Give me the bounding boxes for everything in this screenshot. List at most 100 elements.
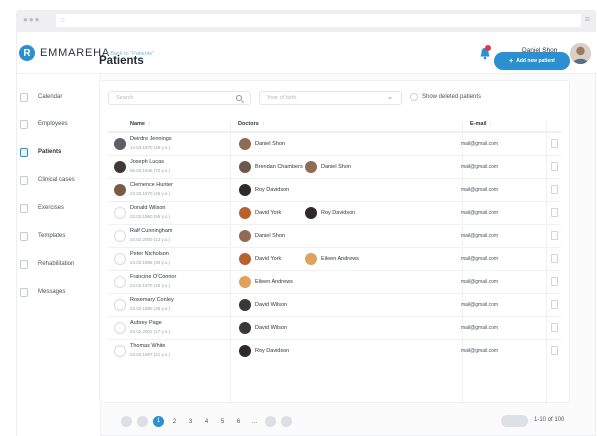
address-bar[interactable]: ○ <box>56 14 581 27</box>
doctor-chip[interactable]: Roy Davidson <box>305 207 355 219</box>
doctor-avatar <box>239 345 251 357</box>
sort-icon[interactable]: ↕ <box>490 121 493 127</box>
doctor-name: Roy Davidson <box>255 348 290 354</box>
doctor-chip[interactable]: Daniel Shon <box>239 138 285 150</box>
patient-name[interactable]: Donald Wilson <box>130 205 165 211</box>
doctor-chip[interactable]: Eileen Andrews <box>305 253 359 265</box>
column-header-email[interactable]: E-mail ↕ <box>470 121 492 127</box>
last-page-button[interactable] <box>281 416 292 427</box>
per-page-select[interactable] <box>501 415 528 427</box>
add-patient-label: Add new patient <box>516 58 555 64</box>
doctor-chip[interactable]: David York <box>239 253 281 265</box>
trash-icon[interactable] <box>551 185 558 194</box>
plus-icon: + <box>509 57 514 65</box>
table-row[interactable]: Thomas White 23.02.1997 (21 y.o.) Roy Davi… <box>108 339 561 362</box>
trash-icon[interactable] <box>551 231 558 240</box>
patient-name[interactable]: Joseph Lucas <box>130 159 164 165</box>
doctor-chip[interactable]: Brendan Chambers <box>239 161 303 173</box>
trash-icon[interactable] <box>551 162 558 171</box>
patient-avatar <box>114 276 126 288</box>
doctor-chip[interactable]: Roy Davidson <box>239 345 289 357</box>
page-number[interactable]: 3 <box>185 419 196 425</box>
year-of-birth-select[interactable]: Year of birth ⌄ <box>259 91 402 105</box>
table-row[interactable]: Clemence Hunter 23.02.1970 (46 y.o.) Roy D… <box>108 178 561 201</box>
table-row[interactable]: Rosemary Conley 23.02.1980 (36 y.o.) David… <box>108 293 561 316</box>
doctor-chip[interactable]: David York <box>239 207 281 219</box>
table-row[interactable]: Deirdre Jennings 14.04.1970 (46 y.o.) Dani… <box>108 132 561 155</box>
doctor-chip[interactable]: David Wilson <box>239 322 287 334</box>
column-header-name[interactable]: Name ↕ <box>130 121 151 127</box>
doctor-chip[interactable]: Eileen Andrews <box>239 276 293 288</box>
sidebar: Calendar Employees Patients Clinical cas… <box>17 74 101 436</box>
show-deleted-toggle[interactable]: Show deleted patients <box>410 93 481 101</box>
browser-menu-icon[interactable]: ≡ <box>585 14 590 24</box>
next-page-button[interactable] <box>265 416 276 427</box>
trash-icon[interactable] <box>551 254 558 263</box>
sort-icon[interactable]: ↕ <box>262 121 265 127</box>
patient-name[interactable]: Deirdre Jennings <box>130 136 172 142</box>
patient-name[interactable]: Ralf Cunningham <box>130 228 173 234</box>
doctor-name: Eileen Andrews <box>321 256 359 262</box>
sort-icon[interactable]: ↕ <box>148 121 151 127</box>
table-row[interactable]: Francine O'Connor 23.02.1970 (45 y.o.) Eil… <box>108 270 561 293</box>
sidebar-item-rehabilitation[interactable]: Rehabilitation <box>17 257 101 271</box>
user-avatar[interactable] <box>570 43 591 64</box>
table-row[interactable]: Aubrey Page 23.02.2001 (17 y.o.) David Wil… <box>108 316 561 339</box>
browser-chrome: ●●● ○ ≡ <box>16 10 596 32</box>
window-controls[interactable]: ●●● <box>23 15 41 24</box>
chevron-down-icon: ⌄ <box>387 94 393 101</box>
patient-avatar <box>114 138 126 150</box>
trash-icon[interactable] <box>551 139 558 148</box>
sidebar-item-patients[interactable]: Patients <box>17 145 101 159</box>
page-number[interactable]: 4 <box>201 419 212 425</box>
first-page-button[interactable] <box>121 416 132 427</box>
patient-name[interactable]: Rosemary Conley <box>130 297 174 303</box>
trash-icon[interactable] <box>551 323 558 332</box>
sidebar-item-employees[interactable]: Employees <box>17 117 101 131</box>
show-deleted-label: Show deleted patients <box>422 94 482 100</box>
patient-name[interactable]: Clemence Hunter <box>130 182 173 188</box>
table-row[interactable]: Donald Wilson 23.02.1960 (55 y.o.) David Y… <box>108 201 561 224</box>
patient-avatar <box>114 230 126 242</box>
patient-email: mail@gmail.com <box>461 302 499 308</box>
patient-avatar <box>114 184 126 196</box>
patient-name[interactable]: Thomas White <box>130 343 165 349</box>
doctor-name: Eileen Andrews <box>255 279 293 285</box>
search-icon[interactable] <box>236 95 242 101</box>
doctor-avatar <box>305 161 317 173</box>
sidebar-item-exercises[interactable]: Exercises <box>17 201 101 215</box>
show-deleted-checkbox[interactable] <box>410 93 418 101</box>
doctor-chip[interactable]: Daniel Shon <box>239 230 285 242</box>
pagination: 1 2 3 4 5 6... <box>121 416 297 427</box>
doctor-chip[interactable]: David Wilson <box>239 299 287 311</box>
patient-name[interactable]: Peter Nicholson <box>130 251 169 257</box>
add-patient-button[interactable]: + Add new patient <box>494 52 570 70</box>
page-number[interactable]: 2 <box>169 419 180 425</box>
page-number[interactable]: 6 <box>233 419 244 425</box>
doctor-chip[interactable]: Daniel Shon <box>305 161 351 173</box>
trash-icon[interactable] <box>551 277 558 286</box>
sidebar-item-clinical-cases[interactable]: Clinical cases <box>17 173 101 187</box>
column-header-doctors[interactable]: Doctors ↕ <box>238 121 265 127</box>
trash-icon[interactable] <box>551 300 558 309</box>
sidebar-item-messages[interactable]: Messages <box>17 285 101 299</box>
table-row[interactable]: Joseph Lucas 06.02.1945 (72 y.o.) Brendan … <box>108 155 561 178</box>
patient-email: mail@gmail.com <box>461 348 499 354</box>
patient-avatar <box>114 322 126 334</box>
page-number[interactable]: ... <box>249 419 260 425</box>
search-input[interactable]: Search <box>108 91 251 105</box>
table-row[interactable]: Peter Nicholson 23.02.1986 (30 y.o.) David… <box>108 247 561 270</box>
prev-page-button[interactable] <box>137 416 148 427</box>
sidebar-item-calendar[interactable]: Calendar <box>17 90 101 104</box>
page-number[interactable]: 1 <box>153 416 164 427</box>
table-row[interactable]: Ralf Cunningham 23.02.2000 (13 y.o.) Danie… <box>108 224 561 247</box>
doctor-chip[interactable]: Roy Davidson <box>239 184 289 196</box>
sidebar-item-templates[interactable]: Templates <box>17 229 101 243</box>
trash-icon[interactable] <box>551 208 558 217</box>
trash-icon[interactable] <box>551 346 558 355</box>
reload-icon[interactable]: ○ <box>60 15 65 24</box>
patient-name[interactable]: Francine O'Connor <box>130 274 176 280</box>
patient-name[interactable]: Aubrey Page <box>130 320 162 326</box>
page-number[interactable]: 5 <box>217 419 228 425</box>
logo[interactable]: R EMMAREHA <box>19 45 110 61</box>
